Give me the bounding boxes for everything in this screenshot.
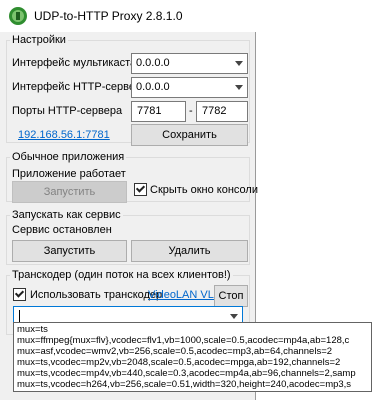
chevron-down-icon [235, 85, 243, 90]
multicast-interface-value: 0.0.0.0 [136, 57, 170, 69]
port-from-input[interactable]: 7781 [131, 101, 186, 122]
chevron-down-icon [230, 314, 238, 319]
service-remove-button[interactable]: Удалить [131, 240, 248, 262]
dropdown-option[interactable]: mux=ts,vcodec=h264,vb=256,scale=0.51,wid… [17, 379, 351, 390]
app-group-label: Обычное приложения [10, 151, 127, 163]
http-interface-label: Интерфейс HTTP-сервера [12, 81, 148, 93]
transcoder-profile-dropdown[interactable]: mux=ts mux=ffmpeg{mux=flv},vcodec=flv1,v… [13, 322, 372, 392]
server-url-link[interactable]: 192.168.56.1:7781 [18, 129, 110, 141]
chevron-down-icon [235, 61, 243, 66]
settings-group-label: Настройки [10, 34, 68, 46]
dropdown-option[interactable]: mux=ffmpeg{mux=flv},vcodec=flv1,vb=1000,… [17, 335, 349, 346]
hide-console-checkbox[interactable] [134, 183, 147, 196]
checkmark-icon [135, 183, 146, 193]
dropdown-option[interactable]: mux=ts [17, 324, 48, 335]
use-transcoder-label: Использовать транскодер [30, 289, 163, 301]
title-bar: UDP-to-HTTP Proxy 2.8.1.0 [0, 0, 256, 32]
dropdown-option[interactable]: mux=asf,vcodec=wmv2,vb=256,scale=0.5,aco… [17, 346, 332, 357]
use-transcoder-checkbox[interactable] [13, 288, 26, 301]
multicast-interface-label: Интерфейс мультикаста [12, 57, 137, 69]
port-from-value: 7781 [137, 105, 162, 117]
app-status-text: Приложение работает [12, 168, 126, 180]
transcoder-group-label: Транскодер (один поток на всех клиентов!… [10, 269, 233, 281]
dropdown-option[interactable]: mux=ts,vcodec=mp4v,vb=440,scale=0.3,acod… [17, 368, 356, 379]
stop-button[interactable]: Стоп [214, 285, 248, 307]
service-start-button[interactable]: Запустить [12, 240, 127, 262]
save-button[interactable]: Сохранить [131, 124, 248, 146]
port-to-value: 7782 [202, 105, 227, 117]
port-separator: - [189, 105, 193, 117]
port-to-input[interactable]: 7782 [196, 101, 248, 122]
hide-console-label: Скрыть окно консоли [150, 184, 258, 196]
checkmark-icon [14, 288, 25, 298]
multicast-interface-select[interactable]: 0.0.0.0 [131, 53, 248, 74]
app-globe-icon [9, 7, 27, 25]
service-status-text: Сервис остановлен [12, 224, 112, 236]
http-interface-value: 0.0.0.0 [136, 81, 170, 93]
app-start-button[interactable]: Запустить [12, 181, 127, 203]
dropdown-option[interactable]: mux=ts,vcodec=mp2v,vb=2048,scale=0.5,aco… [17, 357, 340, 368]
http-ports-label: Порты HTTP-сервера [12, 105, 123, 117]
window-title: UDP-to-HTTP Proxy 2.8.1.0 [34, 9, 183, 23]
http-interface-select[interactable]: 0.0.0.0 [131, 77, 248, 98]
service-group-label: Запускать как сервис [10, 209, 123, 221]
vlc-link[interactable]: VideoLAN VLC [148, 289, 222, 301]
